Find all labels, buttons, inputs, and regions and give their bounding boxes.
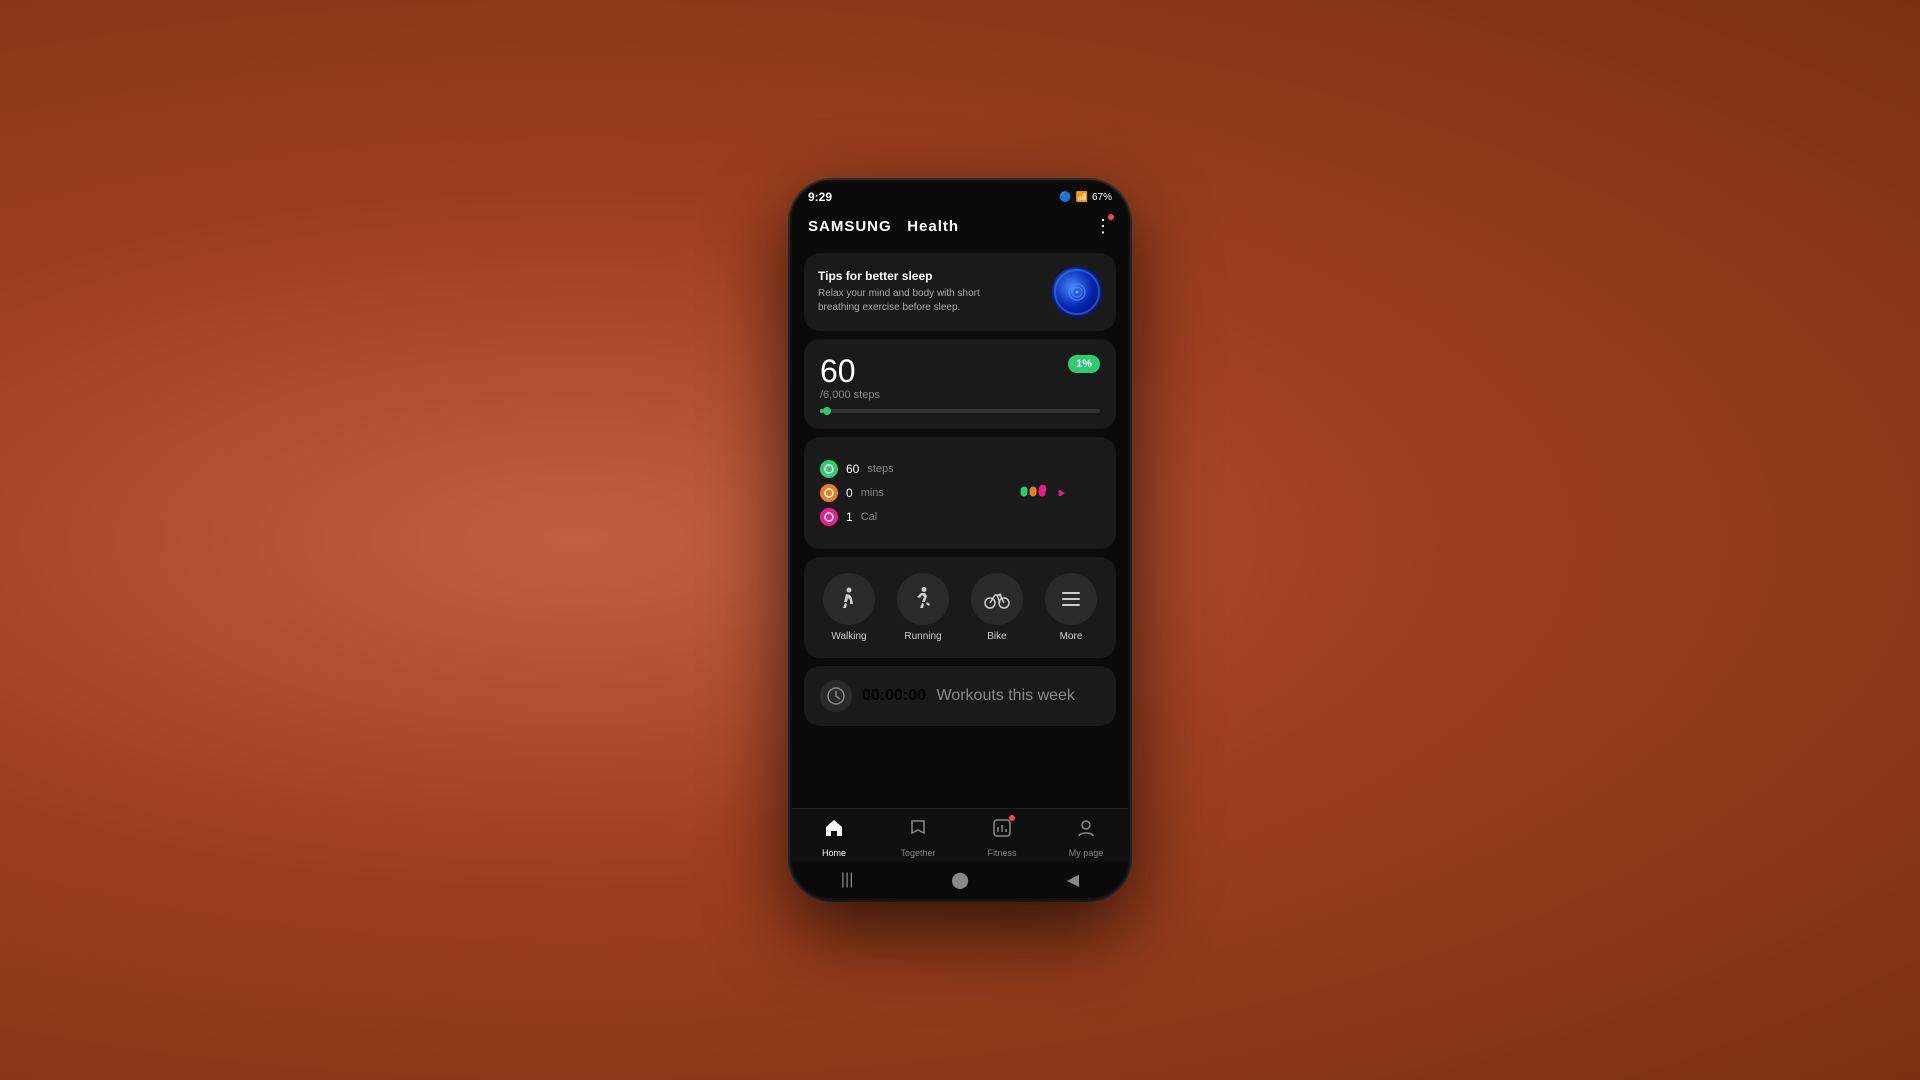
- status-time: 9:29: [808, 190, 832, 204]
- app-name: Health: [907, 218, 959, 235]
- steps-info: 60 /6,000 steps: [820, 355, 880, 401]
- activity-mins-unit: mins: [861, 487, 884, 499]
- walking-icon-circle: [823, 573, 875, 625]
- activity-card[interactable]: 60 steps 0 mins 1: [804, 437, 1116, 549]
- activity-ring-chart: ♥: [1020, 453, 1100, 533]
- nav-fitness[interactable]: Fitness: [972, 817, 1032, 858]
- activity-cal-item: 1 Cal: [820, 508, 894, 526]
- nav-together[interactable]: Together: [888, 817, 948, 858]
- together-icon: [907, 817, 929, 845]
- sleep-svg: [1062, 277, 1092, 307]
- more-label: More: [1060, 631, 1083, 642]
- bluetooth-icon: 🔵: [1059, 192, 1071, 203]
- mypage-nav-label: My page: [1069, 848, 1104, 858]
- walking-label: Walking: [831, 631, 866, 642]
- svg-text:♥: ♥: [1054, 489, 1068, 496]
- quick-actions-section: Walking Running: [804, 557, 1116, 658]
- steps-percent-badge: 1%: [1068, 355, 1100, 373]
- steps-card[interactable]: 60 /6,000 steps 1%: [804, 339, 1116, 429]
- app-header: SAMSUNG Health ⋮: [792, 208, 1128, 245]
- android-navigation: ||| ⬤ ◀: [792, 862, 1128, 898]
- sleep-tip-title: Tips for better sleep: [818, 269, 998, 283]
- status-icons: 🔵 📶 67%: [1059, 192, 1112, 203]
- activity-steps-unit: steps: [867, 463, 893, 475]
- brand-name: SAMSUNG: [808, 218, 892, 235]
- battery-text: 67%: [1092, 192, 1112, 203]
- rings-svg: ♥: [1020, 453, 1100, 533]
- bike-icon-circle: [971, 573, 1023, 625]
- cal-indicator: [820, 508, 838, 526]
- bottom-navigation: Home Together Fitness: [792, 808, 1128, 862]
- workout-label: Workouts this week: [937, 687, 1075, 704]
- overflow-menu-button[interactable]: ⋮: [1094, 216, 1112, 237]
- workout-time: 00:00:00: [862, 687, 926, 704]
- workout-icon: [820, 680, 852, 712]
- steps-count: 60: [820, 355, 880, 387]
- steps-goal: /6,000 steps: [820, 389, 880, 401]
- status-bar: 9:29 🔵 📶 67%: [792, 182, 1128, 208]
- workout-info: 00:00:00 Workouts this week: [862, 687, 1075, 705]
- activity-mins-value: 0: [846, 486, 853, 500]
- activity-steps-item: 60 steps: [820, 460, 894, 478]
- back-button[interactable]: ◀: [1067, 870, 1079, 890]
- mypage-icon: [1075, 817, 1097, 845]
- action-more[interactable]: More: [1045, 573, 1097, 642]
- running-icon-circle: [897, 573, 949, 625]
- sleep-tip-text: Tips for better sleep Relax your mind an…: [818, 269, 998, 315]
- steps-progress-bar: [820, 409, 1100, 413]
- running-label: Running: [904, 631, 941, 642]
- notification-dot: [1108, 214, 1114, 220]
- mins-indicator: [820, 484, 838, 502]
- steps-progress-dot: [823, 407, 831, 415]
- workout-card[interactable]: 00:00:00 Workouts this week: [804, 666, 1116, 726]
- activity-cal-unit: Cal: [861, 511, 878, 523]
- activity-stats: 60 steps 0 mins 1: [820, 460, 894, 526]
- main-content: Tips for better sleep Relax your mind an…: [792, 245, 1128, 808]
- activity-cal-value: 1: [846, 510, 853, 524]
- steps-header: 60 /6,000 steps 1%: [820, 355, 1100, 401]
- phone-screen: 9:29 🔵 📶 67% SAMSUNG Health ⋮: [792, 182, 1128, 898]
- steps-indicator: [820, 460, 838, 478]
- action-walking[interactable]: Walking: [823, 573, 875, 642]
- action-running[interactable]: Running: [897, 573, 949, 642]
- together-nav-label: Together: [900, 848, 935, 858]
- activity-steps-value: 60: [846, 462, 859, 476]
- sleep-tip-description: Relax your mind and body with short brea…: [818, 287, 998, 315]
- activity-mins-item: 0 mins: [820, 484, 894, 502]
- sleep-tip-card[interactable]: Tips for better sleep Relax your mind an…: [804, 253, 1116, 331]
- fitness-icon: [991, 817, 1013, 845]
- home-button[interactable]: ⬤: [951, 870, 969, 890]
- wifi-icon: 📶: [1076, 192, 1088, 203]
- fitness-badge: [1009, 815, 1015, 821]
- more-icon-circle: [1045, 573, 1097, 625]
- home-icon: [823, 817, 845, 845]
- nav-mypage[interactable]: My page: [1056, 817, 1116, 858]
- action-bike[interactable]: Bike: [971, 573, 1023, 642]
- sleep-breathing-icon: [1052, 267, 1102, 317]
- nav-home[interactable]: Home: [804, 817, 864, 858]
- phone-device: 9:29 🔵 📶 67% SAMSUNG Health ⋮: [790, 180, 1130, 900]
- bike-label: Bike: [987, 631, 1006, 642]
- app-title: SAMSUNG Health: [808, 218, 959, 235]
- home-nav-label: Home: [822, 848, 846, 858]
- fitness-nav-label: Fitness: [987, 848, 1016, 858]
- recent-apps-button[interactable]: |||: [841, 871, 853, 889]
